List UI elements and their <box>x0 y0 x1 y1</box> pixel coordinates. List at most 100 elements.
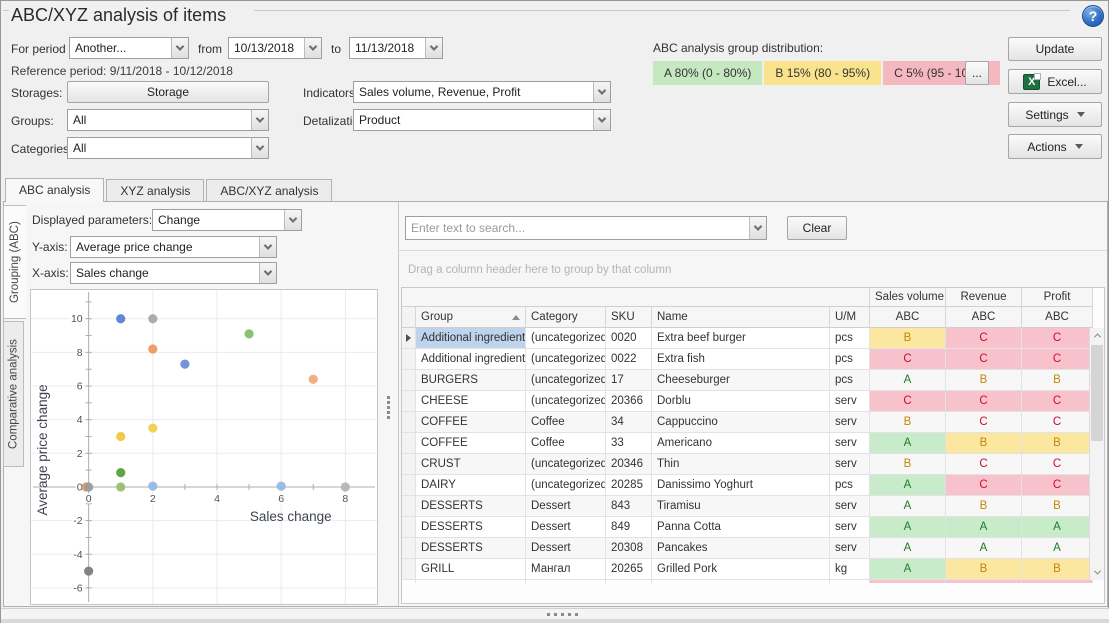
excel-button[interactable]: X Excel... <box>1008 69 1102 94</box>
table-row[interactable]: COFFEECoffee33AmericanoservABB <box>402 433 1104 454</box>
table-row[interactable]: GRILLМангал20265Grilled PorkkgABB <box>402 559 1104 580</box>
cell-group[interactable]: DESSERTS <box>416 496 526 517</box>
cell-profit-abc[interactable]: B <box>1022 496 1093 517</box>
cell-category[interactable]: Dessert <box>526 517 606 538</box>
cell-name[interactable]: Extra fish <box>652 349 830 370</box>
cell-name[interactable]: Panna Cotta <box>652 517 830 538</box>
cell-profit-abc[interactable]: C <box>1022 349 1093 370</box>
cell-group[interactable]: Additional ingredients <box>416 328 526 349</box>
table-row[interactable]: Additional ingredients(uncategorized)002… <box>402 349 1104 370</box>
cell-category[interactable]: (uncategorized) <box>526 349 606 370</box>
displayed-parameters-combobox[interactable]: Change <box>152 209 302 231</box>
column-header-name[interactable]: Name <box>652 307 830 328</box>
cell-group[interactable]: BURGERS <box>416 370 526 391</box>
cell-sales-volume-abc[interactable]: C <box>870 391 946 412</box>
cell-name[interactable]: Thin <box>652 454 830 475</box>
help-button[interactable]: ? <box>1082 5 1104 27</box>
cell-category[interactable]: (uncategorized) <box>526 391 606 412</box>
table-row[interactable]: CRUST(uncategorized)20346ThinservBCC <box>402 454 1104 475</box>
clear-search-button[interactable]: Clear <box>787 216 847 240</box>
chevron-down-icon[interactable] <box>259 263 276 283</box>
cell-sku[interactable]: 0020 <box>606 328 652 349</box>
indicators-combobox[interactable]: Sales volume, Revenue, Profit <box>353 81 611 103</box>
cell-um[interactable]: serv <box>830 538 870 559</box>
detalization-combobox[interactable]: Product <box>353 109 611 131</box>
cell-category[interactable]: Dessert <box>526 538 606 559</box>
table-row[interactable]: BURGERS(uncategorized)17CheeseburgerpcsA… <box>402 370 1104 391</box>
grid-scrollbar[interactable] <box>1089 328 1104 580</box>
chevron-down-icon[interactable] <box>251 138 268 158</box>
cell-group[interactable]: GRILL <box>416 559 526 580</box>
cell-sales-volume-abc[interactable]: B <box>870 328 946 349</box>
cell-category[interactable]: Мангал <box>526 559 606 580</box>
cell-sales-volume-abc[interactable]: A <box>870 433 946 454</box>
cell-group[interactable]: COFFEE <box>416 412 526 433</box>
cell-revenue-abc[interactable]: B <box>946 496 1022 517</box>
cell-category[interactable]: (uncategorized) <box>526 328 606 349</box>
cell-revenue-abc[interactable]: C <box>946 412 1022 433</box>
cell-revenue-abc[interactable]: C <box>946 475 1022 496</box>
chevron-down-icon[interactable] <box>425 38 442 58</box>
cell-profit-abc[interactable]: C <box>1022 412 1093 433</box>
cell-name[interactable]: Cappuccino <box>652 412 830 433</box>
cell-sales-volume-abc[interactable]: A <box>870 496 946 517</box>
distribution-more-button[interactable]: ... <box>965 61 989 85</box>
table-row[interactable]: DESSERTSDessert849Panna CottaservAAA <box>402 517 1104 538</box>
cell-name[interactable]: Cheeseburger <box>652 370 830 391</box>
cell-sales-volume-abc[interactable]: A <box>870 475 946 496</box>
band-header-sales-volume[interactable]: Sales volume <box>870 288 946 307</box>
cell-name[interactable]: Americano <box>652 433 830 454</box>
cell-um[interactable]: serv <box>830 412 870 433</box>
cell-profit-abc[interactable]: C <box>1022 391 1093 412</box>
cell-um[interactable]: serv <box>830 391 870 412</box>
cell-sales-volume-abc[interactable]: B <box>870 412 946 433</box>
column-header-abc-3[interactable]: ABC <box>1022 307 1093 328</box>
cell-category[interactable]: (uncategorized) <box>526 370 606 391</box>
cell-sales-volume-abc[interactable]: A <box>870 370 946 391</box>
column-header-sku[interactable]: SKU <box>606 307 652 328</box>
search-combobox[interactable]: Enter text to search... <box>405 216 767 240</box>
from-date-picker[interactable]: 10/13/2018 <box>228 37 322 59</box>
cell-profit-abc[interactable]: C <box>1022 328 1093 349</box>
cell-sales-volume-abc[interactable]: B <box>870 454 946 475</box>
cell-um[interactable]: serv <box>830 433 870 454</box>
cell-group[interactable]: DAIRY <box>416 475 526 496</box>
side-tab-comparative-analysis[interactable]: Comparative analysis <box>3 321 24 467</box>
cell-group[interactable]: Additional ingredients <box>416 349 526 370</box>
scroll-down-button[interactable] <box>1090 565 1105 580</box>
cell-sku[interactable]: 20285 <box>606 475 652 496</box>
x-axis-combobox[interactable]: Sales change <box>70 262 277 284</box>
tab-xyz-analysis[interactable]: XYZ analysis <box>106 179 204 202</box>
chevron-down-icon[interactable] <box>593 82 610 102</box>
cell-name[interactable]: Pancakes <box>652 538 830 559</box>
cell-sales-volume-abc[interactable]: A <box>870 517 946 538</box>
table-row[interactable]: DESSERTSDessert20308PancakesservAAA <box>402 538 1104 559</box>
cell-um[interactable]: serv <box>830 454 870 475</box>
cell-name[interactable]: Dorblu <box>652 391 830 412</box>
cell-sku[interactable]: 33 <box>606 433 652 454</box>
chevron-down-icon[interactable] <box>284 210 301 230</box>
cell-sku[interactable]: 20366 <box>606 391 652 412</box>
chevron-down-icon[interactable] <box>593 110 610 130</box>
column-header-category[interactable]: Category <box>526 307 606 328</box>
period-combobox[interactable]: Another... <box>69 37 189 59</box>
cell-um[interactable]: pcs <box>830 475 870 496</box>
cell-sales-volume-abc[interactable]: A <box>870 559 946 580</box>
cell-revenue-abc[interactable]: C <box>946 349 1022 370</box>
cell-name[interactable]: Grilled Pork <box>652 559 830 580</box>
side-tab-grouping-abc-[interactable]: Grouping (ABC) <box>3 205 26 319</box>
y-axis-combobox[interactable]: Average price change <box>70 236 277 258</box>
scroll-up-button[interactable] <box>1090 328 1105 343</box>
groups-combobox[interactable]: All <box>67 109 269 131</box>
update-button[interactable]: Update <box>1008 37 1102 61</box>
cell-um[interactable]: pcs <box>830 349 870 370</box>
cell-revenue-abc[interactable]: B <box>946 559 1022 580</box>
cell-um[interactable]: kg <box>830 559 870 580</box>
cell-sales-volume-abc[interactable]: C <box>870 349 946 370</box>
cell-revenue-abc[interactable]: C <box>946 391 1022 412</box>
cell-revenue-abc[interactable]: A <box>946 517 1022 538</box>
cell-group[interactable]: DESSERTS <box>416 517 526 538</box>
cell-um[interactable]: serv <box>830 517 870 538</box>
table-row[interactable]: DAIRY(uncategorized)20285Danissimo Yoghu… <box>402 475 1104 496</box>
cell-revenue-abc[interactable]: A <box>946 538 1022 559</box>
